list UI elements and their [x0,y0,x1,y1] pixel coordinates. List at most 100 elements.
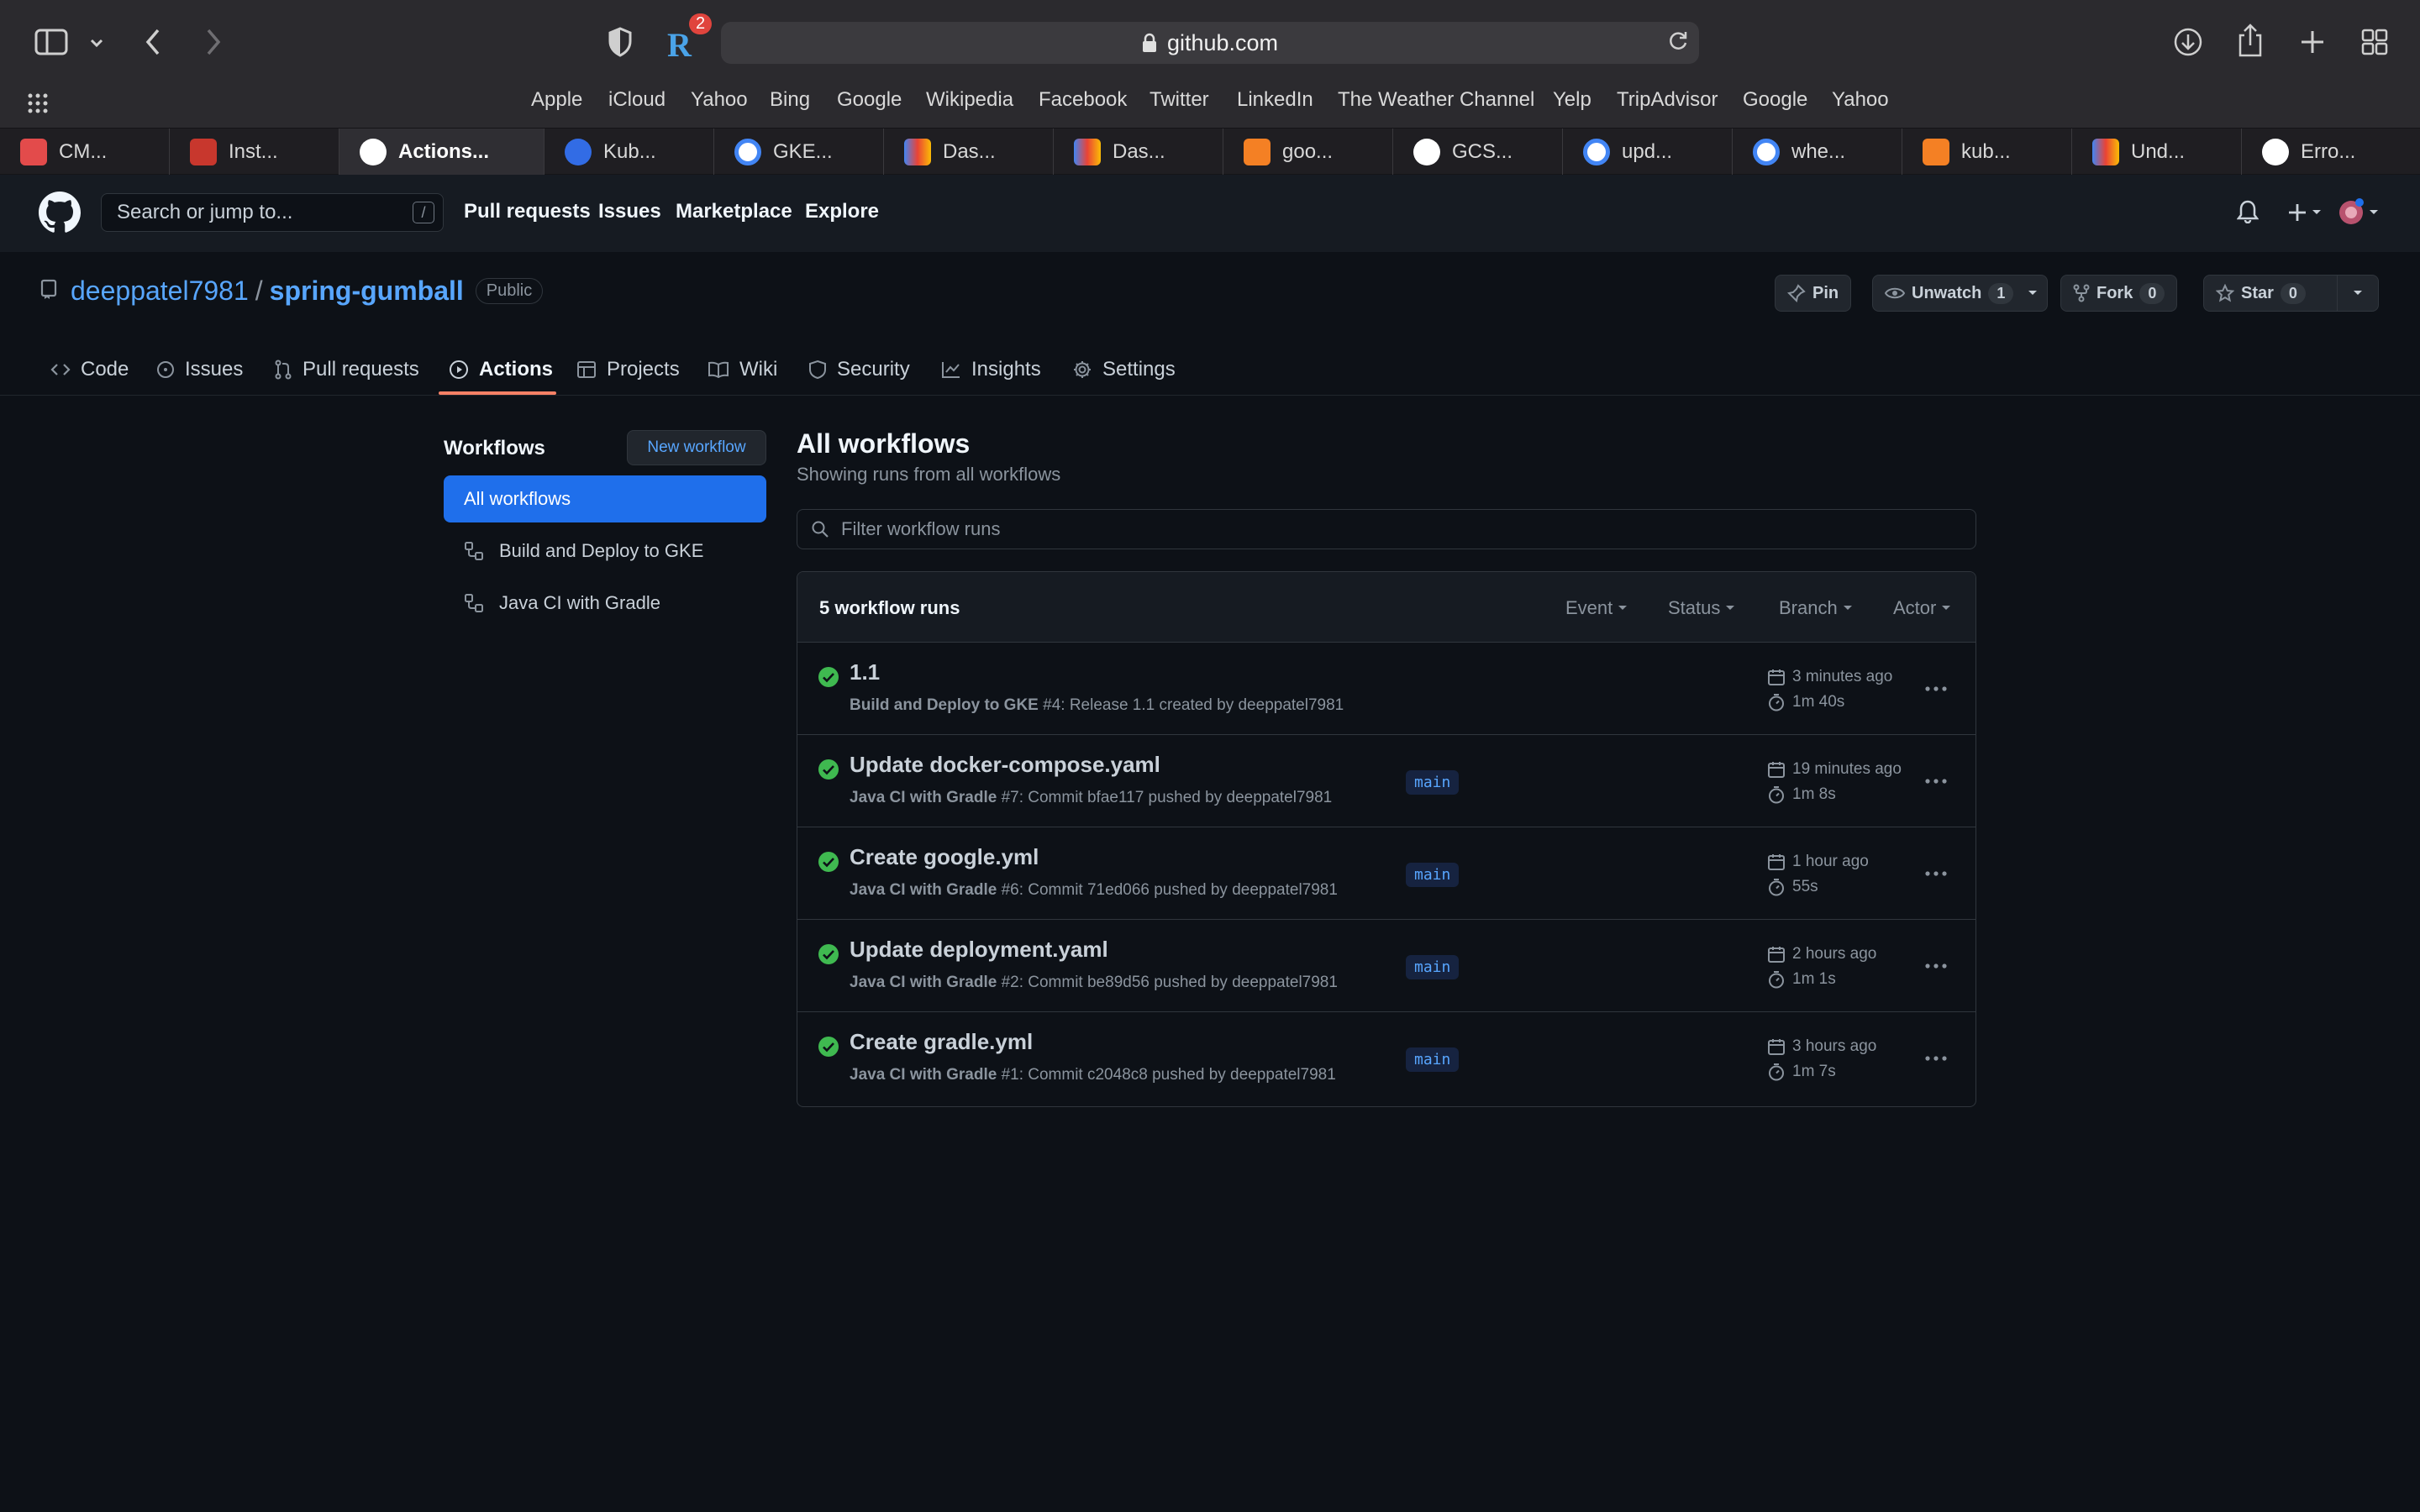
tab-wiki[interactable]: Wiki [708,353,777,386]
create-new-icon[interactable] [2287,202,2324,223]
browser-tab[interactable]: upd... [1563,129,1733,176]
filter-runs-input[interactable]: Filter workflow runs [797,509,1976,549]
reload-icon[interactable] [1665,29,1691,54]
new-workflow-button[interactable]: New workflow [627,430,766,465]
run-title[interactable]: Create gradle.yml [850,1029,1033,1055]
branch-filter-dropdown[interactable]: Branch [1779,597,1853,619]
chevron-down-icon[interactable] [87,34,106,52]
kebab-menu-icon[interactable] [1922,861,1950,886]
run-title[interactable]: 1.1 [850,659,880,685]
browser-tab[interactable]: Das... [884,129,1054,176]
branch-label[interactable]: main [1406,770,1460,795]
sidebar-toggle-icon[interactable] [32,27,71,57]
run-title[interactable]: Create google.yml [850,844,1039,870]
workflow-run-row[interactable]: 1.1 Build and Deploy to GKE #4: Release … [797,643,1975,735]
browser-tab[interactable]: Inst... [170,129,339,176]
tab-issues[interactable]: Issues [156,353,243,386]
star-dropdown-button[interactable] [2337,275,2379,312]
browser-tab[interactable]: Erro... [2242,129,2420,176]
workflow-run-row[interactable]: Update docker-compose.yaml Java CI with … [797,735,1975,827]
kebab-menu-icon[interactable] [1922,1046,1950,1071]
privacy-shield-icon[interactable] [605,25,635,59]
browser-tab[interactable]: Und... [2072,129,2242,176]
github-logo-icon[interactable] [39,192,81,234]
apps-grid-icon[interactable] [27,92,49,114]
browser-tab[interactable]: kub... [1902,129,2072,176]
browser-tab[interactable]: Das... [1054,129,1223,176]
sidebar-item-java-ci[interactable]: Java CI with Gradle [444,580,766,627]
kebab-menu-icon[interactable] [1922,769,1950,794]
bookmark-item[interactable]: The Weather Channel [1338,87,1534,113]
run-time-text: 19 minutes ago [1792,760,1902,778]
tab-security[interactable]: Security [808,353,910,386]
bookmark-item[interactable]: Google [1743,87,1807,113]
status-filter-dropdown[interactable]: Status [1668,597,1735,619]
browser-tab-active[interactable]: Actions... [339,129,544,176]
bookmark-item[interactable]: Yelp [1553,87,1591,113]
tab-projects[interactable]: Projects [576,353,680,386]
kebab-menu-icon[interactable] [1922,676,1950,701]
browser-tab[interactable]: Kub... [544,129,714,176]
downloads-icon[interactable] [2171,25,2205,59]
bookmark-item[interactable]: Apple [531,87,582,113]
branch-label[interactable]: main [1406,1047,1460,1072]
new-tab-icon[interactable] [2296,25,2329,59]
cloud-favicon-icon [2092,139,2119,165]
bookmark-item[interactable]: iCloud [608,87,666,113]
nav-marketplace[interactable]: Marketplace [676,200,792,223]
run-title[interactable]: Update deployment.yaml [850,937,1108,963]
back-icon[interactable] [138,25,168,59]
bookmark-item[interactable]: Wikipedia [926,87,1013,113]
sidebar-item-all-workflows[interactable]: All workflows [444,475,766,522]
bookmark-item[interactable]: TripAdvisor [1617,87,1718,113]
actor-filter-dropdown[interactable]: Actor [1893,597,1951,619]
tab-insights[interactable]: Insights [941,353,1041,386]
bookmark-item[interactable]: LinkedIn [1237,87,1313,113]
bell-icon[interactable] [2237,200,2260,225]
fork-button[interactable]: Fork 0 [2060,275,2178,312]
kebab-menu-icon[interactable] [1922,953,1950,979]
share-icon[interactable] [2233,22,2267,59]
branch-label[interactable]: main [1406,955,1460,979]
tab-overview-icon[interactable] [2358,25,2391,59]
star-button[interactable]: Star 0 [2203,275,2338,312]
browser-tab[interactable]: GCS... [1393,129,1563,176]
tab-pull-requests[interactable]: Pull requests [274,353,419,386]
nav-issues[interactable]: Issues [598,200,661,223]
workflow-run-row[interactable]: Create gradle.yml Java CI with Gradle #1… [797,1012,1975,1105]
sidebar-item-build-and-deploy[interactable]: Build and Deploy to GKE [444,528,766,575]
pin-button[interactable]: Pin [1775,275,1852,312]
forward-icon[interactable] [198,25,229,59]
nav-explore[interactable]: Explore [805,200,879,223]
tab-code[interactable]: Code [50,353,129,386]
bookmark-item[interactable]: Yahoo [691,87,748,113]
tab-settings[interactable]: Settings [1072,353,1176,386]
bookmark-item[interactable]: Twitter [1150,87,1209,113]
run-time: 2 hours ago [1767,945,1876,963]
repo-name-link[interactable]: spring-gumball [270,276,464,307]
search-input[interactable]: Search or jump to... / [101,193,444,232]
repo-owner-link[interactable]: deeppatel7981 [71,276,249,307]
browser-tab[interactable]: goo... [1223,129,1393,176]
bookmark-item[interactable]: Google [837,87,902,113]
bookmark-item[interactable]: Facebook [1039,87,1127,113]
browser-tab[interactable]: whe... [1733,129,1902,176]
tab-actions[interactable]: Actions [449,353,553,386]
nav-pull-requests[interactable]: Pull requests [464,200,591,223]
avatar[interactable] [2338,197,2380,227]
branch-label[interactable]: main [1406,863,1460,887]
unwatch-button[interactable]: Unwatch 1 [1872,275,2049,312]
success-check-icon [818,943,839,965]
extension-icon[interactable]: R 2 [664,13,713,64]
browser-tab[interactable]: CM... [0,129,170,176]
bookmark-item[interactable]: Bing [770,87,810,113]
stopwatch-icon [1767,878,1786,896]
address-bar[interactable]: github.com [721,22,1699,64]
bookmark-item[interactable]: Yahoo [1832,87,1889,113]
workflow-run-row[interactable]: Create google.yml Java CI with Gradle #6… [797,827,1975,920]
event-filter-dropdown[interactable]: Event [1565,597,1628,619]
workflow-run-row[interactable]: Update deployment.yaml Java CI with Grad… [797,920,1975,1012]
github-favicon-icon [2262,139,2289,165]
browser-tab[interactable]: GKE... [714,129,884,176]
run-title[interactable]: Update docker-compose.yaml [850,752,1160,778]
